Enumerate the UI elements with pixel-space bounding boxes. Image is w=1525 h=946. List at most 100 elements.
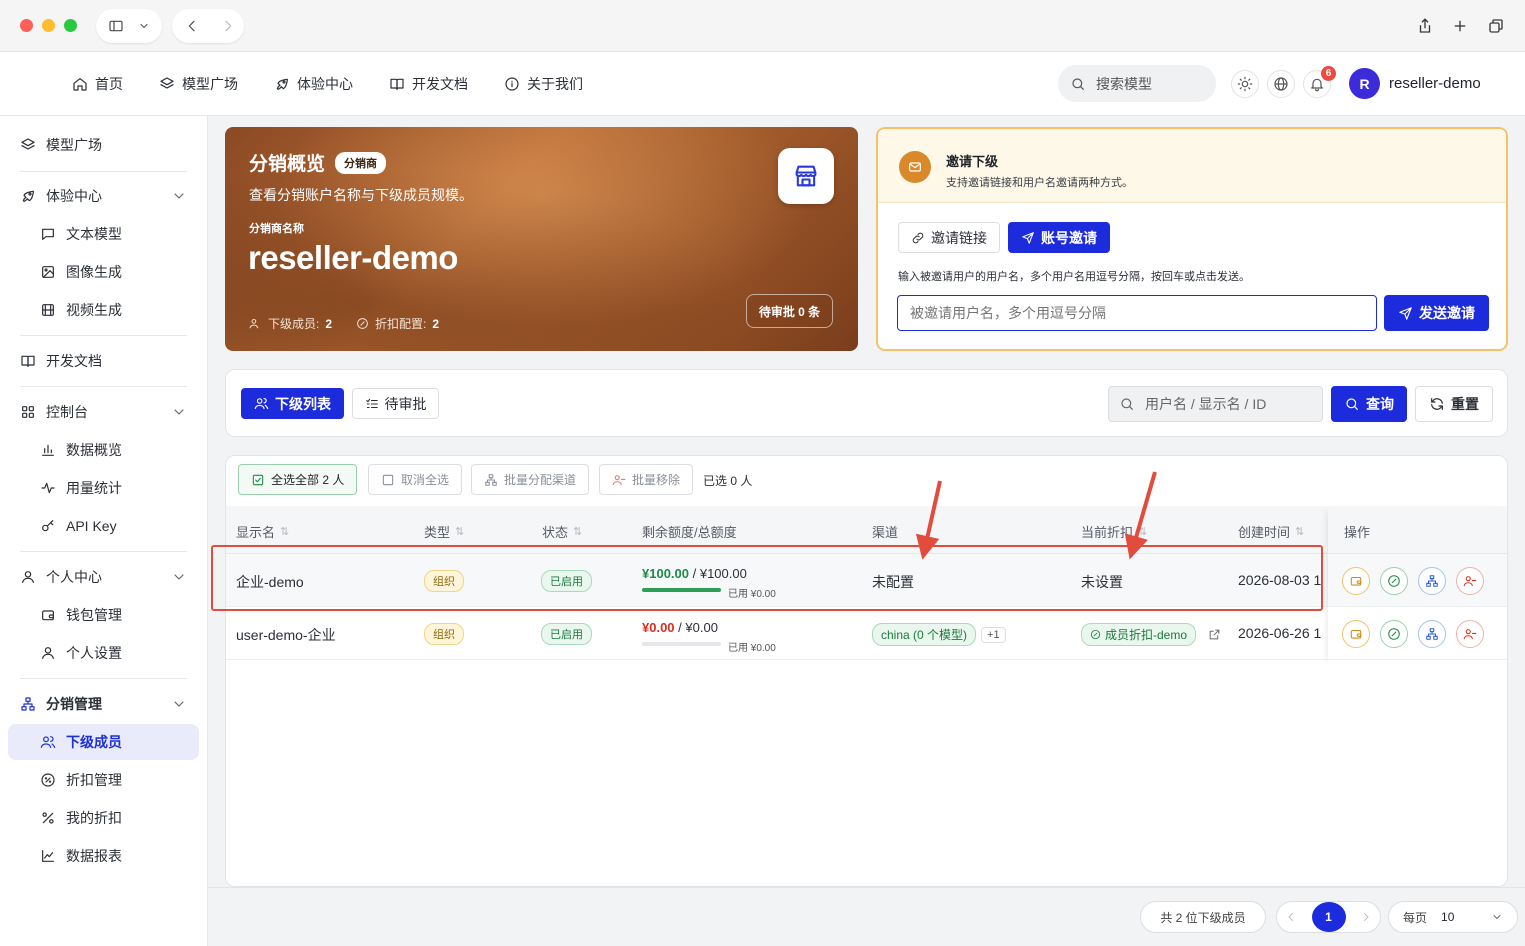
tab-overview-icon[interactable] [1484,14,1508,38]
total-count: 共 2 位下级成员 [1140,901,1266,933]
notifications-button[interactable]: 6 [1303,66,1336,98]
sidebar-item-docs[interactable]: 开发文档 [8,343,199,379]
discount-action-button[interactable] [1380,567,1408,595]
column-header-name[interactable]: 显示名 ⇅ [236,522,289,541]
sidebar-item-my-discount[interactable]: 我的折扣 [8,800,199,836]
channel-action-button[interactable] [1418,620,1446,648]
account-invite-tab[interactable]: 账号邀请 [1008,222,1110,253]
search-icon [1119,396,1135,412]
wallet-action-button[interactable] [1342,620,1370,648]
discount-badge-icon [356,317,369,330]
checkbox-checked-icon [251,473,265,487]
sort-icon: ⇅ [455,526,465,538]
sidebar-item-wallet[interactable]: 钱包管理 [8,597,199,633]
nav-home-label: 首页 [95,76,123,92]
invite-username-input[interactable] [897,295,1377,331]
theme-toggle-button[interactable] [1231,70,1259,98]
sidebar-group-experience[interactable]: 体验中心 [8,178,199,214]
column-header-type[interactable]: 类型 ⇅ [424,522,464,541]
forward-icon[interactable] [220,18,236,34]
zoom-window-button[interactable] [64,19,77,32]
chevron-right-icon[interactable] [1360,911,1372,923]
pending-approval-button[interactable]: 待审批 0 条 [746,294,833,328]
discount-badge-icon [1090,629,1101,640]
minimize-window-button[interactable] [42,19,55,32]
sidebar-item-label: 分销管理 [46,696,102,712]
column-header-label: 当前折扣 [1081,525,1134,540]
sidebar-icon [108,18,124,34]
table-row[interactable]: 企业-demo 组织 已启用 ¥100.00 / ¥100.00 已用 ¥0.0… [226,554,1507,607]
sidebar-item-label: 视频生成 [66,302,122,318]
store-icon [778,148,834,204]
column-header-actions: 操作 [1344,525,1371,540]
send-invite-button[interactable]: 发送邀请 [1384,295,1489,331]
bulk-remove-button[interactable]: 批量移除 [599,464,694,495]
nav-model-square-label: 模型广场 [182,76,238,92]
sidebar-item-personal-settings[interactable]: 个人设置 [8,635,199,671]
wallet-action-button[interactable] [1342,567,1370,595]
sidebar-item-image-gen[interactable]: 图像生成 [8,254,199,290]
tab-pending[interactable]: 待审批 [352,388,439,419]
select-all-button[interactable]: 全选全部 2 人 [238,464,358,495]
bulk-assign-channel-button[interactable]: 批量分配渠道 [471,464,590,495]
page-1-button[interactable]: 1 [1311,902,1346,932]
column-header-discount[interactable]: 当前折扣 ⇅ [1081,522,1147,541]
column-header-label: 类型 [424,525,451,540]
nav-docs[interactable]: 开发文档 [389,74,468,94]
language-button[interactable] [1267,70,1295,98]
sidebar-item-text-model[interactable]: 文本模型 [8,216,199,252]
column-header-quota: 剩余额度/总额度 [642,522,737,541]
page-size-label: 每页 [1403,910,1428,925]
share-icon[interactable] [1413,14,1437,38]
channel-action-button[interactable] [1418,567,1446,595]
nav-home[interactable]: 首页 [72,74,123,94]
header-username[interactable]: reseller-demo [1389,75,1481,92]
sidebar-item-usage-stats[interactable]: 用量统计 [8,470,199,506]
sidebar-item-discount-management[interactable]: 折扣管理 [8,762,199,798]
chevron-left-icon[interactable] [1285,911,1297,923]
member-search-input[interactable]: 用户名 / 显示名 / ID [1108,386,1323,422]
model-search[interactable]: 搜索模型 [1058,65,1216,102]
type-tag: 组织 [424,570,464,592]
close-window-button[interactable] [20,19,33,32]
column-header-created[interactable]: 创建时间 ⇅ [1238,522,1304,541]
sidebar-item-data-overview[interactable]: 数据概览 [8,432,199,468]
channel-more-tag[interactable]: +1 [981,626,1006,643]
external-link-icon[interactable] [1208,628,1221,641]
tab-member-list[interactable]: 下级列表 [241,388,344,419]
invite-link-tab[interactable]: 邀请链接 [898,222,1000,253]
back-icon[interactable] [184,18,200,34]
sidebar-toggle-button[interactable] [96,9,162,43]
sidebar-group-reseller[interactable]: 分销管理 [8,686,199,722]
nav-docs-label: 开发文档 [412,76,468,92]
invite-card: 邀请下级 支持邀请链接和用户名邀请两种方式。 邀请链接 账号邀请 输入被邀请用户… [876,127,1508,351]
discount-tag[interactable]: 成员折扣-demo [1081,623,1197,646]
query-button[interactable]: 查询 [1331,386,1407,422]
sidebar-item-api-key[interactable]: API Key [8,508,199,544]
sidebar-group-console[interactable]: 控制台 [8,394,199,430]
new-tab-icon[interactable] [1448,14,1472,38]
deselect-all-button[interactable]: 取消全选 [368,464,463,495]
sidebar-item-reports[interactable]: 数据报表 [8,838,199,874]
nav-model-square[interactable]: 模型广场 [159,74,238,94]
overview-subtitle: 查看分销账户名称与下级成员规模。 [249,187,473,203]
reset-button[interactable]: 重置 [1415,386,1493,422]
sidebar-item-label: 折扣管理 [66,772,122,788]
nav-experience[interactable]: 体验中心 [274,74,353,94]
sidebar-item-members[interactable]: 下级成员 [8,724,199,760]
layers-icon [20,137,36,153]
channel-tag[interactable]: china (0 个模型) [872,623,977,646]
avatar[interactable]: R [1349,68,1380,99]
page-size-select[interactable]: 每页 10 [1388,901,1518,933]
table-row[interactable]: user-demo-企业 组织 已启用 ¥0.00 / ¥0.00 已用 ¥0.… [226,607,1507,660]
sidebar-item-model-square[interactable]: 模型广场 [8,127,199,163]
sidebar-item-label: 钱包管理 [66,607,122,623]
nav-about[interactable]: 关于我们 [504,74,583,94]
sidebar-group-personal[interactable]: 个人中心 [8,559,199,595]
column-header-status[interactable]: 状态 ⇅ [542,522,582,541]
remove-member-button[interactable] [1456,567,1484,595]
invite-title: 邀请下级 [946,154,999,169]
remove-member-button[interactable] [1456,620,1484,648]
sidebar-item-video-gen[interactable]: 视频生成 [8,292,199,328]
discount-action-button[interactable] [1380,620,1408,648]
